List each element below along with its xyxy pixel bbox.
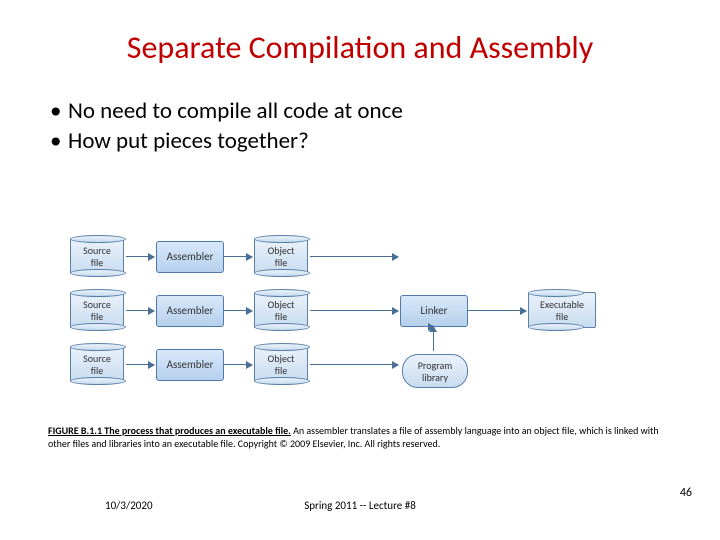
object-file-node: Objectfile [254, 238, 308, 274]
node-label: Sourcefile [83, 298, 111, 323]
caption-lead: FIGURE B.1.1 The process that produces a… [48, 424, 291, 437]
assembler-node: Assembler [156, 241, 224, 273]
footer-center: Spring 2011 -- Lecture #8 [0, 499, 720, 512]
arrow [224, 256, 252, 257]
node-label: Programlibrary [418, 359, 453, 384]
arrow [310, 364, 398, 365]
bullet-text: No need to compile all code at once [68, 97, 403, 125]
source-file-node: Sourcefile [70, 346, 124, 382]
executable-file-node: Executablefile [528, 292, 596, 328]
node-label: Assembler [167, 358, 214, 371]
object-file-node: Objectfile [254, 292, 308, 328]
bullet-item: •How put pieces together? [50, 127, 720, 155]
arrow [126, 310, 154, 311]
bullet-item: •No need to compile all code at once [50, 97, 720, 125]
arrow [126, 364, 154, 365]
node-label: Sourcefile [83, 244, 111, 269]
node-label: Objectfile [268, 298, 295, 323]
figure-caption: FIGURE B.1.1 The process that produces a… [48, 424, 672, 450]
node-label: Assembler [167, 304, 214, 317]
bullet-list: •No need to compile all code at once •Ho… [50, 97, 720, 155]
arrow [224, 310, 252, 311]
arrow [310, 310, 398, 311]
node-label: Sourcefile [83, 352, 111, 377]
source-file-node: Sourcefile [70, 292, 124, 328]
diagram: Sourcefile Assembler Objectfile Sourcefi… [70, 232, 660, 402]
bullet-text: How put pieces together? [68, 127, 309, 155]
arrowhead-up [429, 325, 437, 332]
slide-title: Separate Compilation and Assembly [0, 0, 720, 77]
slide-number: 46 [680, 486, 692, 500]
object-file-node: Objectfile [254, 346, 308, 382]
node-label: Objectfile [268, 244, 295, 269]
arrow [224, 364, 252, 365]
node-label: Executablefile [540, 298, 584, 323]
node-label: Objectfile [268, 352, 295, 377]
assembler-node: Assembler [156, 295, 224, 327]
slide: Separate Compilation and Assembly •No ne… [0, 0, 720, 540]
arrow [126, 256, 154, 257]
node-label: Linker [421, 304, 448, 317]
program-library-node: Programlibrary [402, 354, 468, 388]
source-file-node: Sourcefile [70, 238, 124, 274]
assembler-node: Assembler [156, 349, 224, 381]
node-label: Assembler [167, 250, 214, 263]
arrow [468, 310, 526, 311]
arrow [310, 256, 398, 257]
